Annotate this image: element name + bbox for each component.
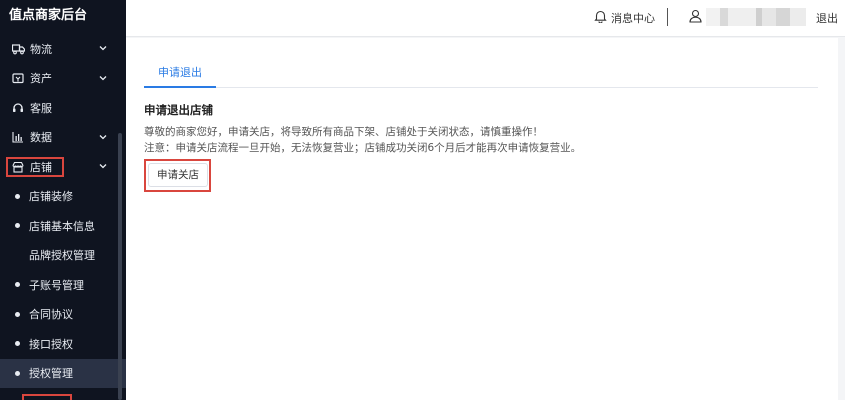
- sidebar-item-logistics[interactable]: 物流: [0, 34, 126, 64]
- message-center-label: 消息中心: [611, 11, 655, 25]
- sidebar-subitem-label: 品牌授权管理: [29, 249, 95, 263]
- app-root: 值点商家后台 物流 资产 客服 数据 店铺 店铺装修 店铺基本信息 品牌授权管理…: [0, 0, 845, 400]
- highlight-box-bottom: [22, 394, 72, 400]
- sidebar-subitem-label: 接口授权: [29, 337, 73, 351]
- sidebar-item-label: 客服: [30, 101, 52, 115]
- sidebar-scrollbar[interactable]: [118, 133, 122, 400]
- bar-chart-icon: [11, 130, 25, 144]
- bullet-icon: [15, 282, 20, 288]
- bullet-icon: [15, 311, 20, 317]
- sidebar-subitem-api-authorization[interactable]: 接口授权: [0, 329, 126, 359]
- sidebar-item-assets[interactable]: 资产: [0, 64, 126, 94]
- sidebar-subitem-store-info[interactable]: 店铺基本信息: [0, 211, 126, 241]
- sidebar-subitem-label: 店铺基本信息: [29, 219, 95, 233]
- bullet-icon: [15, 341, 20, 347]
- bell-icon: [594, 9, 607, 26]
- tab-bar: 申请退出: [144, 60, 818, 88]
- headset-icon: [11, 101, 25, 115]
- user-icon: [689, 9, 702, 26]
- sidebar-subitem-store-decoration[interactable]: 店铺装修: [0, 182, 126, 212]
- sidebar-item-label: 资产: [30, 72, 52, 86]
- user-menu[interactable]: [689, 8, 806, 26]
- description-text: 尊敬的商家您好，申请关店，将导致所有商品下架、店铺处于关闭状态，请慎重操作！: [144, 126, 543, 138]
- bullet-icon: [15, 223, 20, 229]
- highlight-box-store: [6, 157, 64, 177]
- main-card: 申请退出 申请退出店铺 尊敬的商家您好，申请关店，将导致所有商品下架、店铺处于关…: [126, 38, 838, 400]
- truck-icon: [11, 42, 25, 56]
- sidebar: 值点商家后台 物流 资产 客服 数据 店铺 店铺装修 店铺基本信息 品牌授权管理…: [0, 0, 126, 400]
- notice-text: 注意：申请关店流程一旦开始，无法恢复营业；店铺成功关闭6个月后才能再次申请恢复营…: [144, 142, 582, 154]
- sidebar-item-label: 物流: [30, 42, 52, 56]
- chevron-down-icon: [98, 43, 108, 53]
- username-redacted: [706, 8, 806, 26]
- bullet-icon: [15, 370, 20, 376]
- wallet-icon: [11, 71, 25, 85]
- sidebar-subitem-authorization-management[interactable]: 授权管理: [0, 358, 126, 388]
- logout-button[interactable]: 退出: [816, 10, 838, 26]
- apply-close-store-button[interactable]: 申请关店: [148, 163, 208, 187]
- app-title: 值点商家后台: [9, 8, 88, 23]
- sidebar-subitem-label: 合同协议: [29, 308, 73, 322]
- bullet-icon: [15, 193, 20, 199]
- sidebar-subitem-label: 子账号管理: [29, 278, 84, 292]
- tab-apply-exit[interactable]: 申请退出: [144, 60, 216, 88]
- header-divider: [667, 8, 668, 26]
- sidebar-item-label: 数据: [30, 131, 52, 145]
- section-title: 申请退出店铺: [144, 103, 213, 117]
- top-header: 消息中心 退出: [126, 0, 845, 37]
- sidebar-subitem-contracts[interactable]: 合同协议: [0, 300, 126, 330]
- sidebar-subitem-subaccounts[interactable]: 子账号管理: [0, 270, 126, 300]
- chevron-down-icon: [98, 132, 108, 142]
- chevron-down-icon: [98, 161, 108, 171]
- sidebar-item-service[interactable]: 客服: [0, 93, 126, 123]
- message-center-button[interactable]: 消息中心: [594, 9, 655, 26]
- sidebar-menu: 物流 资产 客服 数据 店铺 店铺装修 店铺基本信息 品牌授权管理 子账号管理 …: [0, 34, 126, 388]
- sidebar-subitem-brand-authorization[interactable]: 品牌授权管理: [0, 241, 126, 271]
- sidebar-item-data[interactable]: 数据: [0, 123, 126, 153]
- sidebar-subitem-label: 店铺装修: [29, 190, 73, 204]
- sidebar-subitem-label: 授权管理: [29, 367, 73, 381]
- chevron-down-icon: [98, 73, 108, 83]
